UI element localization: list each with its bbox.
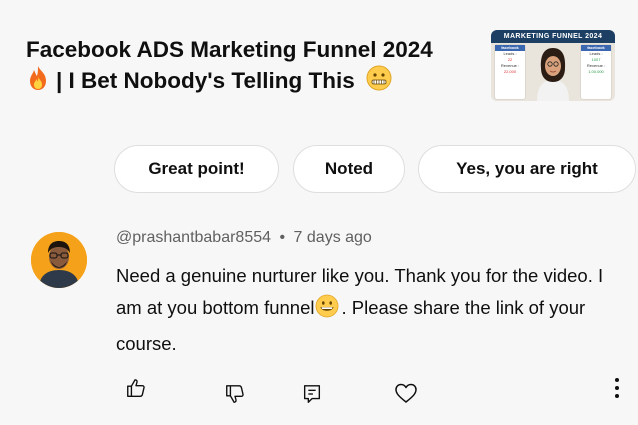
more-icon xyxy=(615,378,619,398)
comment-author[interactable]: @prashantbabar8554 xyxy=(116,229,271,246)
more-options-button[interactable] xyxy=(602,373,632,403)
video-thumbnail[interactable]: MARKETING FUNNEL 2024 facebook Leads : 2… xyxy=(491,30,615,101)
avatar[interactable] xyxy=(31,232,87,288)
thumbnail-right-card: facebook Leads : 1007 Revenue : 1.00,000 xyxy=(581,45,611,99)
dislike-icon xyxy=(226,385,244,403)
title-line-1: Facebook ADS Marketing Funnel 2024 xyxy=(26,37,433,62)
comment-meta: @prashantbabar8554 • 7 days ago xyxy=(116,229,372,247)
meta-separator: • xyxy=(279,229,286,246)
chip-noted[interactable]: Noted xyxy=(293,145,405,193)
grinning-emoji-icon xyxy=(315,294,339,328)
thumbnail-left-card: facebook Leads : 22 Revenue : 22,000 xyxy=(495,45,525,99)
fire-emoji-icon xyxy=(26,65,50,99)
chip-yes-you-are-right[interactable]: Yes, you are right xyxy=(418,145,636,193)
thumbnail-banner: MARKETING FUNNEL 2024 xyxy=(491,30,615,43)
heart-icon xyxy=(395,383,417,403)
comment-time: 7 days ago xyxy=(293,229,372,246)
like-button[interactable] xyxy=(121,373,151,403)
dislike-button[interactable] xyxy=(220,379,250,409)
comment-actions xyxy=(0,373,638,413)
title-line-2: | I Bet Nobody's Telling This xyxy=(56,68,355,93)
reply-button[interactable] xyxy=(297,379,327,409)
heart-button[interactable] xyxy=(391,378,421,408)
video-title[interactable]: Facebook ADS Marketing Funnel 2024 | I B… xyxy=(26,34,491,99)
zipper-mouth-emoji-icon xyxy=(366,65,392,99)
comment-text: Need a genuine nurturer like you. Thank … xyxy=(116,260,616,360)
chip-great-point[interactable]: Great point! xyxy=(114,145,279,193)
reply-icon xyxy=(303,385,321,403)
like-icon xyxy=(127,379,145,397)
thumbnail-person-image xyxy=(537,48,569,101)
video-header: Facebook ADS Marketing Funnel 2024 | I B… xyxy=(0,0,638,120)
